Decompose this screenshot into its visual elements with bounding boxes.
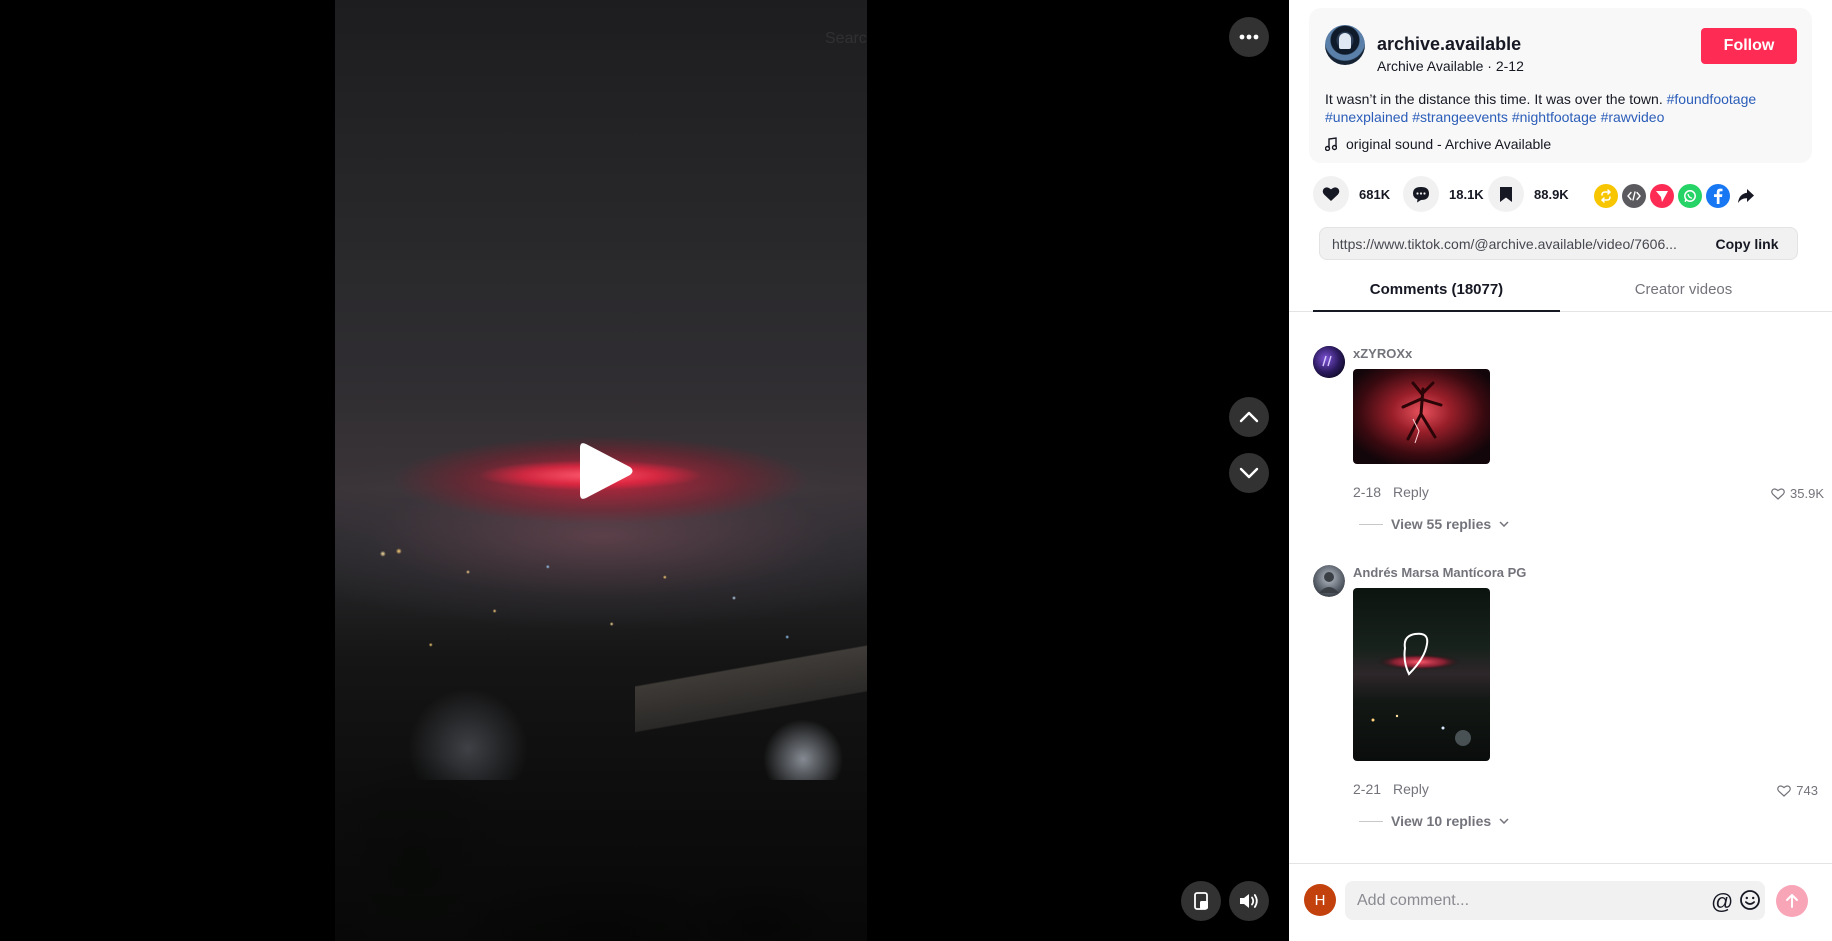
more-dots-icon [1239,34,1259,40]
post-date: 2-12 [1495,58,1524,74]
copy-link-button[interactable]: Copy link [1697,236,1797,252]
whatsapp-icon[interactable] [1678,184,1702,208]
facebook-icon[interactable] [1706,184,1730,208]
arrow-up-icon [1786,894,1798,908]
volume-button[interactable] [1229,881,1269,921]
comment-image[interactable] [1353,369,1490,464]
play-button[interactable] [578,440,634,502]
commenter-avatar[interactable] [1313,346,1345,378]
author-display-name[interactable]: Archive Available [1377,58,1483,74]
tab-comments[interactable]: Comments (18077) [1313,268,1560,312]
comment-input[interactable] [1345,881,1685,920]
like-count: 681K [1359,186,1391,202]
picture-in-picture-button[interactable] [1181,881,1221,921]
follow-button[interactable]: Follow [1701,28,1797,64]
current-user-avatar[interactable]: H [1304,884,1336,916]
separator-dot: · [1487,58,1496,74]
hashtag-link[interactable]: #strangeevents [1412,109,1508,125]
more-options-button[interactable] [1229,17,1269,57]
view-replies-label: View 10 replies [1391,813,1492,829]
hashtag-link[interactable]: #unexplained [1325,109,1408,125]
bookmark-icon [1488,176,1524,212]
mention-button[interactable]: @ [1711,889,1733,915]
author-avatar[interactable] [1325,25,1365,65]
author-subline: Archive Available · 2-12 [1377,58,1524,74]
repost-icon[interactable] [1594,184,1618,208]
panel-tabs: Comments (18077) Creator videos [1289,268,1832,312]
heart-icon [1313,176,1349,212]
tab-creator-videos[interactable]: Creator videos [1560,268,1807,311]
hashtag-link[interactable]: #foundfootage [1667,91,1757,107]
comment-meta: 2-18 Reply [1353,484,1429,500]
view-replies-button[interactable]: View 10 replies [1359,813,1509,829]
emoji-icon[interactable] [1739,889,1761,916]
video-stage: Search [0,0,1289,941]
commenter-username[interactable]: Andrés Marsa Mantícora PG [1353,565,1526,580]
video-description: It wasn’t in the distance this time. It … [1325,90,1805,126]
chevron-up-icon [1239,411,1259,423]
music-row[interactable]: original sound - Archive Available [1325,136,1551,152]
comment-action[interactable]: 18.1K [1403,172,1484,216]
add-comment-bar: H @ [1289,863,1832,941]
comment-like-count: 743 [1796,783,1818,798]
description-text: It wasn’t in the distance this time. It … [1325,91,1663,107]
comment-input-wrapper: @ [1345,881,1765,920]
send-comment-button[interactable] [1776,885,1808,917]
volume-icon [1240,894,1258,908]
save-action[interactable]: 88.9K [1488,172,1569,216]
share-arrow-icon[interactable] [1734,184,1758,208]
video-link-box: https://www.tiktok.com/@archive.availabl… [1319,227,1798,260]
play-icon [580,443,633,499]
chevron-down-icon [1499,521,1509,527]
video-frame-trees [335,641,867,941]
embed-icon[interactable] [1622,184,1646,208]
music-label: original sound - Archive Available [1346,136,1552,152]
reply-button[interactable]: Reply [1393,484,1429,500]
hashtag-link[interactable]: #nightfootage [1512,109,1597,125]
previous-video-button[interactable] [1229,397,1269,437]
comment-like-count: 35.9K [1790,486,1824,501]
heart-outline-icon [1771,487,1785,500]
author-card: archive.available Archive Available · 2-… [1309,8,1812,163]
hashtag-link[interactable]: #rawvideo [1601,109,1665,125]
comment-bubble-icon [1403,176,1439,212]
divider-line [1359,523,1383,525]
comment-item: xZYROXx 2-18 Reply 35.9K View 55 replies [1313,346,1832,536]
view-replies-button[interactable]: View 55 replies [1359,516,1509,532]
commenter-username[interactable]: xZYROXx [1353,346,1412,361]
search-ghost-text: Search [825,30,867,47]
like-action[interactable]: 681K [1313,172,1390,216]
action-bar: 681K 18.1K 88.9K [1289,172,1832,216]
reply-button[interactable]: Reply [1393,781,1429,797]
heart-outline-icon [1777,784,1792,797]
author-username[interactable]: archive.available [1377,34,1521,55]
comment-count: 18.1K [1449,186,1484,202]
picture-in-picture-icon [1194,892,1208,910]
comment-date: 2-18 [1353,484,1382,500]
comment-like-button[interactable]: 35.9K [1771,486,1824,501]
divider-line [1359,820,1383,822]
video-link-url[interactable]: https://www.tiktok.com/@archive.availabl… [1320,236,1697,252]
save-count: 88.9K [1534,186,1569,202]
chevron-down-icon [1239,467,1259,479]
send-to-friends-icon[interactable] [1650,184,1674,208]
commenter-avatar[interactable] [1313,565,1345,597]
comment-like-button[interactable]: 743 [1777,783,1818,798]
right-panel: archive.available Archive Available · 2-… [1289,0,1832,941]
next-video-button[interactable] [1229,453,1269,493]
comment-image[interactable] [1353,588,1490,761]
comment-date: 2-21 [1353,781,1382,797]
chevron-down-icon [1499,818,1509,824]
comment-meta: 2-21 Reply [1353,781,1429,797]
view-replies-label: View 55 replies [1391,516,1492,532]
music-note-icon [1325,137,1337,151]
comment-item: Andrés Marsa Mantícora PG 2-21 Reply 743… [1313,565,1832,835]
